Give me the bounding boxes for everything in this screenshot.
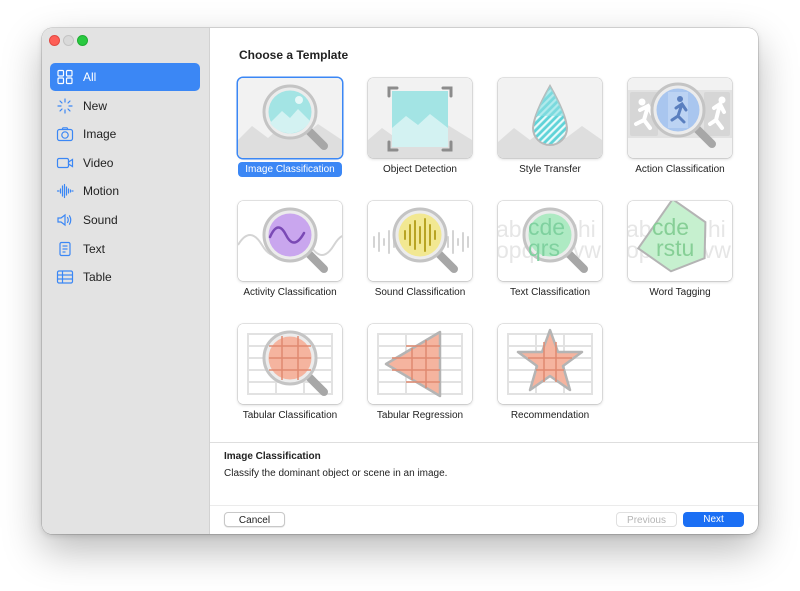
text-magnifier-icon: abcdefghi opqrstuvw cde qrs: [498, 201, 602, 281]
template-sound-classification[interactable]: Sound Classification: [355, 201, 485, 311]
sidebar-item-all[interactable]: All: [50, 63, 200, 91]
template-label: Object Detection: [383, 164, 457, 175]
template-tabular-regression[interactable]: Tabular Regression: [355, 324, 485, 434]
table-triangle-icon: [368, 324, 472, 404]
template-word-tagging[interactable]: abcdefghi opqrstuvw cde rstu Word Taggin…: [615, 201, 745, 311]
sidebar-item-video[interactable]: Video: [50, 149, 200, 177]
document-icon: [59, 241, 71, 256]
template-action-classification[interactable]: Action Classification: [615, 78, 745, 188]
sidebar-item-new[interactable]: New: [50, 92, 200, 120]
grid-icon: [57, 69, 73, 85]
template-thumbnail: [498, 324, 602, 404]
sidebar-item-image[interactable]: Image: [50, 120, 200, 148]
template-tabular-classification[interactable]: Tabular Classification: [225, 324, 355, 434]
sidebar-item-label: Text: [83, 241, 106, 256]
video-icon: [56, 157, 74, 168]
template-label: Action Classification: [635, 164, 725, 175]
sidebar-item-sound[interactable]: Sound: [50, 206, 200, 234]
table-magnifier-icon: [238, 324, 342, 404]
description-divider: [210, 442, 758, 443]
previous-button[interactable]: Previous: [616, 512, 677, 527]
template-text-classification[interactable]: abcdefghi opqrstuvw cde qrs Text Classif…: [485, 201, 615, 311]
image-magnifier-icon: [238, 78, 342, 158]
template-label: Text Classification: [509, 287, 591, 298]
svg-text:qrs: qrs: [528, 235, 560, 261]
main-panel: Choose a Template Image Classification O…: [210, 28, 758, 534]
sidebar-nav: All New Image Video Motion Sound Text Ta…: [50, 63, 200, 292]
template-recommendation[interactable]: Recommendation: [485, 324, 615, 434]
zoom-window-button[interactable]: [77, 35, 88, 46]
template-thumbnail: abcdefghi opqrstuvw cde qrs: [498, 201, 602, 281]
page-title: Choose a Template: [239, 48, 349, 62]
cancel-button[interactable]: Cancel: [224, 512, 285, 527]
image-frame-icon: [368, 78, 472, 158]
tag-icon: abcdefghi opqrstuvw cde rstu: [628, 201, 732, 281]
speaker-icon: [57, 213, 72, 227]
sidebar-item-label: Video: [83, 155, 114, 170]
sidebar-item-motion[interactable]: Motion: [50, 177, 200, 205]
template-label: Image Classification: [225, 162, 355, 177]
svg-text:rstu: rstu: [656, 235, 694, 261]
waveform-icon: [56, 184, 74, 199]
template-style-transfer[interactable]: Style Transfer: [485, 78, 615, 188]
sidebar-item-label: New: [83, 98, 108, 113]
template-label: Word Tagging: [649, 287, 711, 298]
sidebar-item-label: All: [83, 70, 97, 84]
audio-magnifier-icon: [368, 201, 472, 281]
template-label: Activity Classification: [243, 287, 337, 298]
sidebar-item-label: Sound: [83, 212, 118, 227]
template-thumbnail: [628, 78, 732, 158]
template-thumbnail: [238, 201, 342, 281]
close-window-button[interactable]: [49, 35, 60, 46]
sparkle-icon: [57, 97, 73, 114]
template-thumbnail: [368, 201, 472, 281]
table-star-icon: [498, 324, 602, 404]
sine-wave-magnifier-icon: [238, 201, 342, 281]
description-text: Classify the dominant object or scene in…: [224, 468, 448, 479]
template-chooser-window: All New Image Video Motion Sound Text Ta…: [42, 28, 758, 534]
template-label: Style Transfer: [519, 164, 581, 175]
template-image-classification[interactable]: Image Classification: [225, 78, 355, 188]
description-title: Image Classification: [224, 451, 321, 462]
sidebar-item-label: Motion: [83, 184, 120, 199]
running-figure-icon: [628, 78, 732, 158]
sidebar-item-label: Image: [83, 127, 117, 142]
template-thumbnail: [238, 78, 342, 158]
sidebar: All New Image Video Motion Sound Text Ta…: [42, 28, 210, 534]
template-label: Sound Classification: [374, 287, 466, 298]
template-thumbnail: [498, 78, 602, 158]
sidebar-item-text[interactable]: Text: [50, 235, 200, 263]
template-activity-classification[interactable]: Activity Classification: [225, 201, 355, 311]
template-thumbnail: [368, 324, 472, 404]
camera-icon: [56, 127, 74, 142]
template-thumbnail: [368, 78, 472, 158]
table-icon: [56, 270, 74, 284]
sidebar-item-label: Table: [83, 270, 112, 285]
template-thumbnail: [238, 324, 342, 404]
template-label: Recommendation: [510, 410, 590, 421]
droplet-icon: [498, 78, 602, 158]
template-object-detection[interactable]: Object Detection: [355, 78, 485, 188]
template-thumbnail: abcdefghi opqrstuvw cde rstu: [628, 201, 732, 281]
sidebar-item-table[interactable]: Table: [50, 263, 200, 291]
template-label: Tabular Regression: [376, 410, 464, 421]
template-label: Tabular Classification: [242, 410, 338, 421]
minimize-window-button[interactable]: [63, 35, 74, 46]
footer-divider: [210, 505, 758, 506]
next-button[interactable]: Next: [683, 512, 744, 527]
